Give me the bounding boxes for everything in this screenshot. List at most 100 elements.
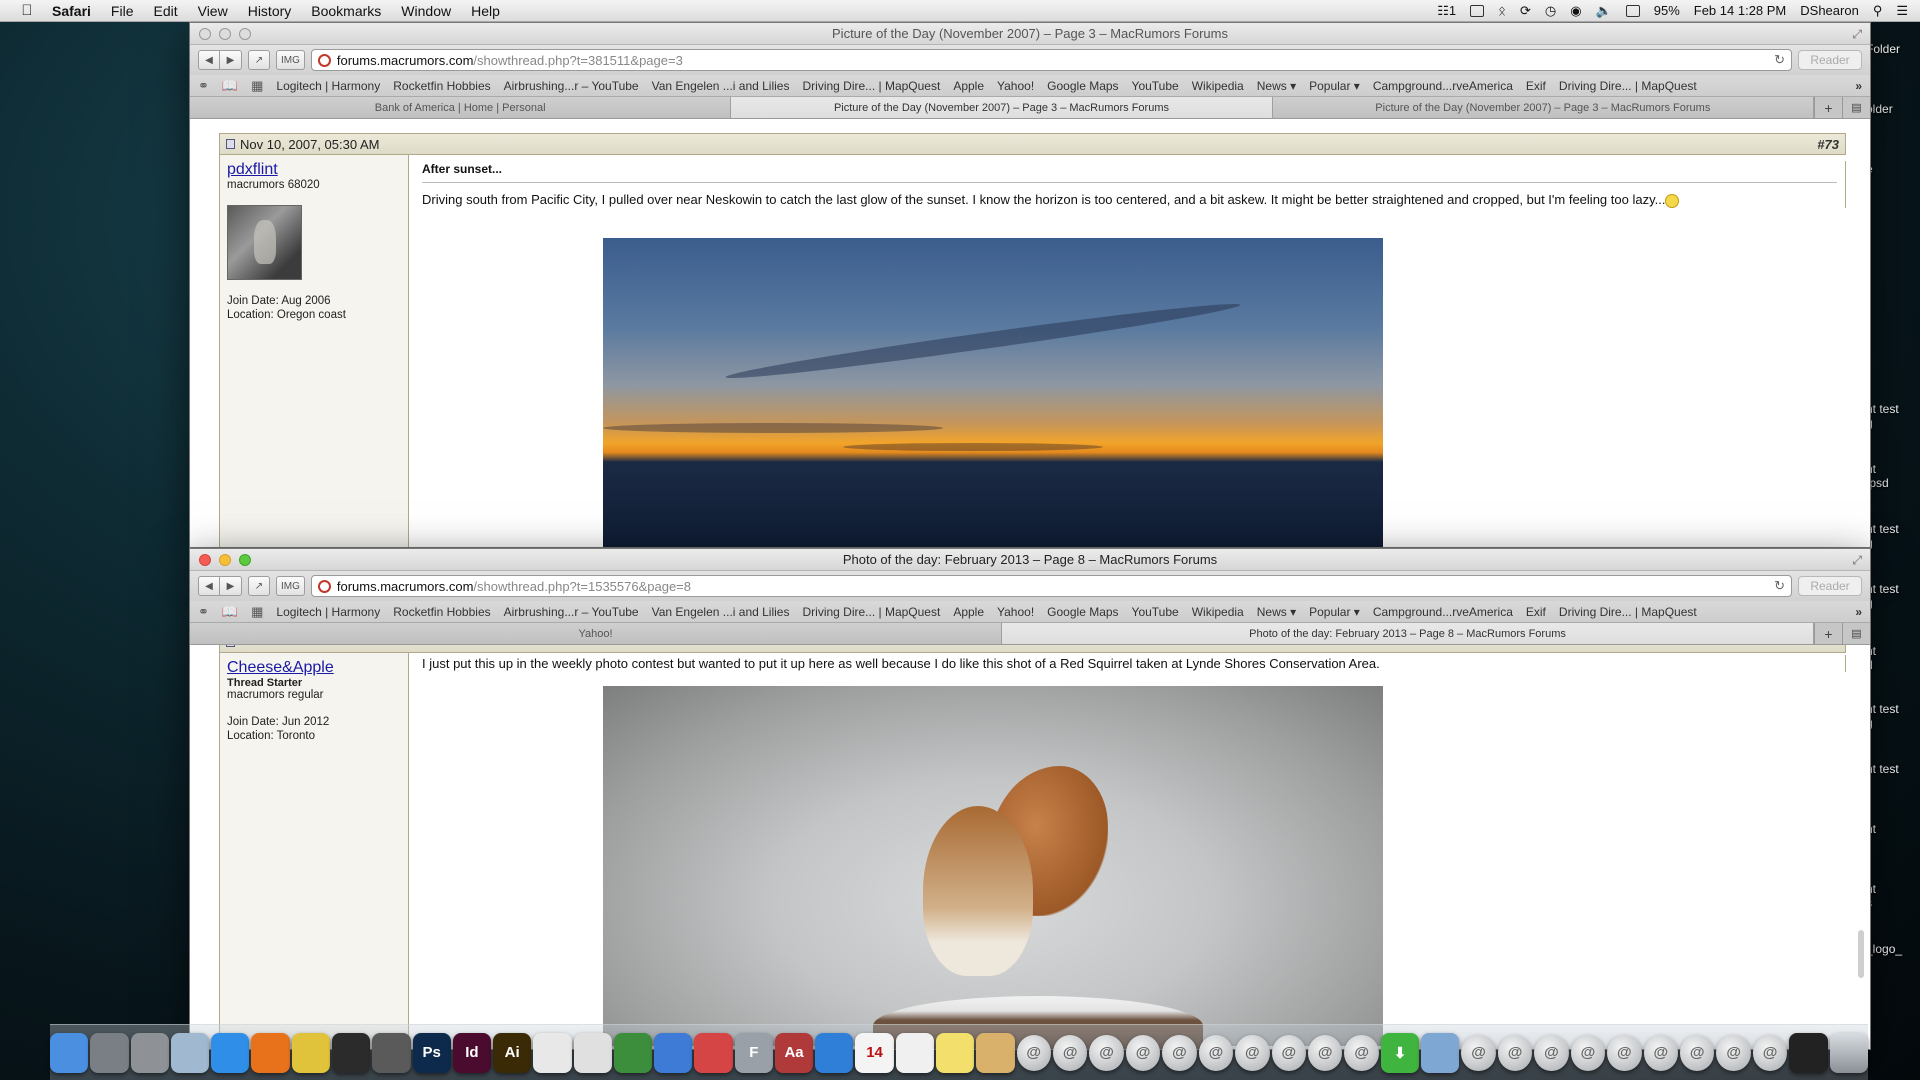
mail-alias-app-icon[interactable]: @ <box>1607 1034 1642 1071</box>
reminders-icon[interactable] <box>895 1032 934 1073</box>
menu-window[interactable]: Window <box>391 3 461 19</box>
menu-file[interactable]: File <box>101 3 144 19</box>
bookmark-item[interactable]: Driving Dire... | MapQuest <box>802 605 940 619</box>
bookmark-item[interactable]: Driving Dire... | MapQuest <box>1559 605 1697 619</box>
fullscreen-icon[interactable]: ⤢ <box>1852 553 1862 568</box>
mail-alias-app-icon[interactable]: @ <box>1198 1034 1234 1071</box>
menu-history[interactable]: History <box>238 3 302 19</box>
mail-alias-app-icon[interactable]: @ <box>1680 1034 1715 1071</box>
numbers-icon[interactable] <box>613 1032 653 1073</box>
forward-button[interactable]: ▶ <box>220 576 242 596</box>
address-book-icon[interactable] <box>694 1032 733 1073</box>
indesign-icon[interactable]: Id <box>452 1032 492 1073</box>
bookmark-item[interactable]: Campground...rveAmerica <box>1373 605 1513 619</box>
spotlight-icon[interactable]: ⚲ <box>1873 3 1883 19</box>
bookmark-item[interactable]: Airbrushing...r – YouTube <box>504 79 639 93</box>
bookmark-item[interactable]: YouTube <box>1132 79 1179 93</box>
desktop-label[interactable]: _logo_ <box>1866 942 1902 956</box>
camera-icon[interactable] <box>372 1032 411 1073</box>
bookmark-item[interactable]: Van Engelen ...i and Lilies <box>652 605 790 619</box>
app-store-icon[interactable] <box>815 1032 854 1073</box>
downloads-stack-icon[interactable]: ⬇ <box>1380 1032 1420 1073</box>
finder-icon[interactable] <box>50 1032 89 1073</box>
username-link[interactable]: pdxflint <box>227 161 401 179</box>
browser-window-back[interactable]: Picture of the Day (November 2007) – Pag… <box>189 22 1871 548</box>
forward-button[interactable]: ▶ <box>220 50 242 70</box>
minimize-button[interactable] <box>219 28 231 40</box>
zoom-button[interactable] <box>239 28 251 40</box>
minimize-button[interactable] <box>219 554 231 566</box>
avatar[interactable] <box>227 205 302 280</box>
mail-alias-app-icon[interactable]: @ <box>1534 1034 1569 1071</box>
tab-list-icon[interactable]: ▤ <box>1841 97 1870 118</box>
zoom-button[interactable] <box>239 554 251 566</box>
window-titlebar[interactable]: Photo of the day: February 2013 – Page 8… <box>190 549 1870 571</box>
bookmarks-overflow-icon[interactable]: » <box>1855 605 1862 619</box>
browser-window-front[interactable]: Photo of the day: February 2013 – Page 8… <box>189 548 1871 1050</box>
stamp-icon[interactable] <box>976 1032 1015 1073</box>
share-button[interactable]: ↗ <box>248 576 270 596</box>
bookmarks-overflow-icon[interactable]: » <box>1855 79 1862 93</box>
bookmark-item[interactable]: Exif <box>1526 605 1546 619</box>
bookmark-item[interactable]: YouTube <box>1132 605 1179 619</box>
window-titlebar[interactable]: Picture of the Day (November 2007) – Pag… <box>190 23 1870 45</box>
bookmark-item[interactable]: Driving Dire... | MapQuest <box>1559 79 1697 93</box>
top-sites-icon[interactable]: ▦ <box>251 604 263 620</box>
mail-alias-app-icon[interactable]: @ <box>1752 1034 1788 1071</box>
bookmark-item[interactable]: Apple <box>953 79 984 93</box>
menu-help[interactable]: Help <box>461 3 510 19</box>
img-button[interactable]: IMG <box>276 50 305 70</box>
bluetooth-icon[interactable]: ᛟ <box>1498 3 1506 18</box>
new-tab-button[interactable]: + <box>1813 97 1842 118</box>
menu-edit[interactable]: Edit <box>143 3 187 19</box>
itunes-icon[interactable] <box>654 1032 693 1073</box>
bookmark-item[interactable]: Popular ▾ <box>1309 605 1360 619</box>
calendar-icon[interactable]: 14 <box>855 1032 894 1073</box>
sunset-photo[interactable] <box>603 238 1383 547</box>
volume-icon[interactable]: 🔈 <box>1596 3 1612 19</box>
mail-alias-app-icon[interactable]: @ <box>1052 1034 1088 1071</box>
illustrator-icon[interactable]: Ai <box>493 1032 532 1073</box>
bookmark-item[interactable]: News ▾ <box>1257 79 1296 93</box>
sync-icon[interactable]: ⟳ <box>1520 3 1531 19</box>
bookmark-item[interactable]: Campground...rveAmerica <box>1373 79 1513 93</box>
reader-button[interactable]: Reader <box>1798 576 1862 596</box>
back-button[interactable]: ◀ <box>198 50 220 70</box>
system-preferences-icon[interactable] <box>130 1032 169 1073</box>
tab-yahoo[interactable]: Yahoo! <box>190 623 1002 644</box>
bookmarks-icon[interactable]: 📖 <box>222 604 238 620</box>
wifi-icon[interactable]: ◉ <box>1570 3 1581 19</box>
clock[interactable]: Feb 14 1:28 PM <box>1694 3 1787 18</box>
trash-icon[interactable] <box>1829 1032 1868 1073</box>
bookmark-item[interactable]: Rocketfin Hobbies <box>393 605 490 619</box>
apple-menu-icon[interactable]:  <box>12 2 42 19</box>
bookmark-item[interactable]: Logitech | Harmony <box>276 605 380 619</box>
back-button[interactable]: ◀ <box>198 576 220 596</box>
bookmark-item[interactable]: Airbrushing...r – YouTube <box>504 605 639 619</box>
textedit-icon[interactable] <box>573 1032 612 1073</box>
desktop-label[interactable]: Folder <box>1866 42 1900 56</box>
bookmark-item[interactable]: Yahoo! <box>997 605 1034 619</box>
battery-icon[interactable] <box>1625 4 1640 17</box>
bookmark-item[interactable]: Wikipedia <box>1192 605 1244 619</box>
bookmark-item[interactable]: Popular ▾ <box>1309 79 1360 93</box>
bookmark-item[interactable]: News ▾ <box>1257 605 1296 619</box>
mail-alias-app-icon[interactable]: @ <box>1089 1034 1124 1071</box>
mail-alias-app-icon[interactable]: @ <box>1497 1034 1533 1071</box>
bookmark-item[interactable]: Logitech | Harmony <box>276 79 380 93</box>
username-link[interactable]: Cheese&Apple <box>227 659 401 677</box>
user-name[interactable]: DShearon <box>1800 3 1859 18</box>
close-button[interactable] <box>199 28 211 40</box>
address-bar[interactable]: forums.macrumors.com/showthread.php?t=38… <box>310 49 1792 71</box>
time-machine-icon[interactable]: ◷ <box>1545 3 1556 19</box>
bookmark-item[interactable]: Rocketfin Hobbies <box>393 79 490 93</box>
notification-center-icon[interactable]: ☰ <box>1896 3 1908 19</box>
firefox-icon[interactable] <box>251 1032 290 1073</box>
tab-photo-of-the-day[interactable]: Photo of the day: February 2013 – Page 8… <box>1002 623 1814 644</box>
scrollbar[interactable] <box>1858 930 1864 978</box>
fullscreen-icon[interactable]: ⤢ <box>1852 27 1862 42</box>
tab-picture-of-the-day-2[interactable]: Picture of the Day (November 2007) – Pag… <box>1272 97 1814 118</box>
airplay-icon[interactable] <box>1470 4 1485 17</box>
new-tab-button[interactable]: + <box>1814 623 1842 644</box>
menu-view[interactable]: View <box>188 3 238 19</box>
